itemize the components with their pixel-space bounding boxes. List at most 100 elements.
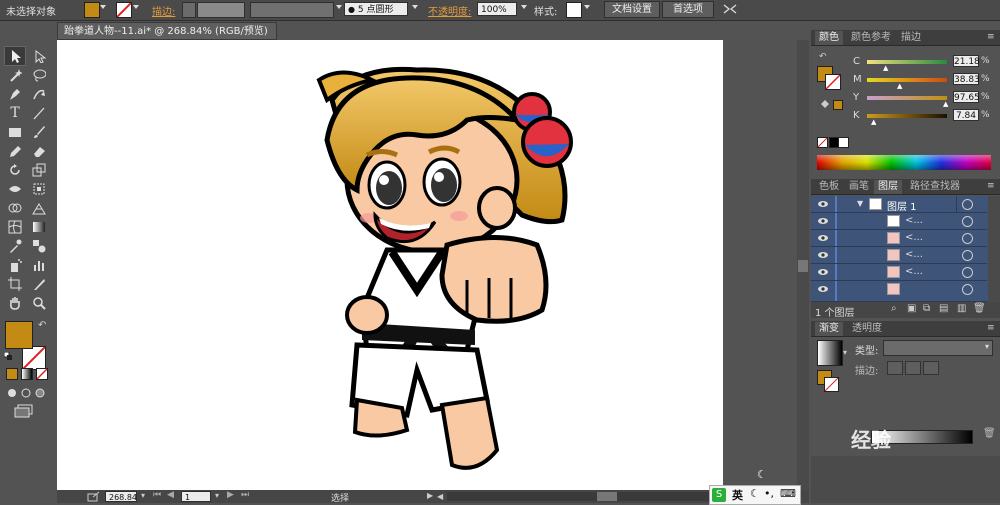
sublayer-name[interactable]: <... — [905, 232, 923, 243]
artboard[interactable] — [57, 40, 723, 490]
tab-color-guide[interactable]: 颜色参考 — [847, 31, 895, 45]
layer-row[interactable]: ▼ 图层 1 — [811, 196, 987, 213]
preferences-button[interactable]: 首选项 — [662, 1, 714, 18]
c-slider-handle[interactable]: ▲ — [883, 64, 888, 72]
target-circle-icon[interactable] — [962, 199, 973, 210]
stroke-gradient-option-2[interactable] — [905, 361, 921, 375]
tab-stroke[interactable]: 描边 — [897, 31, 925, 45]
delete-layer-icon[interactable]: 🗑 — [973, 303, 986, 314]
variable-width-profile[interactable] — [250, 2, 334, 18]
next-page-icon[interactable]: ▶ — [227, 490, 234, 500]
selection-tool[interactable] — [4, 46, 26, 66]
sublayer-row[interactable]: <... — [811, 230, 987, 247]
fill-color-swatch[interactable] — [5, 321, 33, 349]
keyboard-icon[interactable]: ⌨ — [780, 487, 796, 500]
new-sublayer-icon[interactable]: ⧉ — [923, 303, 930, 314]
sublayer-row[interactable]: <... — [811, 264, 987, 281]
rotate-tool[interactable] — [6, 161, 24, 179]
tab-pathfinder[interactable]: 路径查找器 — [906, 180, 964, 194]
visibility-eye-icon[interactable] — [817, 198, 829, 210]
color-mode-button[interactable] — [6, 368, 18, 380]
mesh-tool[interactable] — [6, 218, 24, 236]
eyedropper-tool[interactable] — [6, 237, 24, 255]
new-layer-icon[interactable]: ▤ — [939, 303, 948, 314]
zoom-dropdown-icon[interactable]: ▾ — [141, 491, 145, 500]
ime-toolbar[interactable]: S 英 ☾ •, ⌨ — [709, 485, 801, 505]
tab-color[interactable]: 颜色 — [815, 31, 843, 45]
white-color-button[interactable] — [838, 137, 849, 148]
stroke-gradient-option-1[interactable] — [887, 361, 903, 375]
zoom-tool[interactable] — [30, 294, 48, 312]
k-slider[interactable] — [867, 114, 947, 118]
locate-object-icon[interactable]: ⌕ — [891, 303, 897, 314]
free-transform-tool[interactable] — [30, 180, 48, 198]
m-slider-handle[interactable]: ▲ — [897, 82, 902, 90]
stroke-swatch[interactable] — [116, 2, 132, 18]
document-setup-button[interactable]: 文档设置 — [604, 1, 660, 18]
stroke-label[interactable]: 描边: — [152, 3, 175, 18]
opacity-dropdown-icon[interactable] — [521, 5, 527, 9]
c-value-field[interactable]: 21.18 — [953, 55, 980, 67]
tab-transparency[interactable]: 透明度 — [848, 322, 886, 336]
moon-icon[interactable]: ☾ — [750, 487, 760, 500]
profile-dropdown-icon[interactable] — [336, 5, 342, 9]
y-value-field[interactable]: 97.65 — [953, 91, 980, 103]
stroke-weight-spinner[interactable] — [182, 2, 196, 18]
document-tab[interactable]: 跆拳道人物--11.ai* @ 268.84% (RGB/预览) — [57, 22, 277, 40]
vertical-scrollbar[interactable] — [797, 40, 809, 490]
style-dropdown-icon[interactable] — [584, 5, 590, 9]
arrange-documents-icon[interactable] — [722, 2, 738, 16]
column-graph-tool[interactable] — [30, 256, 48, 274]
gradient-preview[interactable] — [817, 340, 843, 366]
make-clipping-mask-icon[interactable]: ▣ — [907, 303, 916, 314]
k-value-field[interactable]: 7.84 — [953, 109, 979, 121]
fill-swatch[interactable] — [84, 2, 100, 18]
stroke-weight-field[interactable] — [197, 2, 245, 18]
target-circle-icon[interactable] — [962, 216, 973, 227]
blend-tool[interactable] — [30, 237, 48, 255]
swap-fill-stroke-icon[interactable]: ↶ — [38, 320, 46, 331]
stroke-dropdown-icon[interactable] — [133, 5, 139, 9]
type-tool[interactable]: T — [6, 104, 24, 122]
punct-icon[interactable]: •, — [764, 487, 774, 500]
tab-brushes[interactable]: 画笔 — [845, 180, 873, 194]
m-value-field[interactable]: 38.83 — [953, 73, 980, 85]
layers-panel-menu-icon[interactable]: ≡ — [987, 181, 995, 191]
lasso-tool[interactable] — [30, 66, 48, 84]
page-dropdown-icon[interactable]: ▾ — [215, 491, 219, 500]
tab-swatches[interactable]: 色板 — [815, 180, 843, 194]
panel-stroke-swatch[interactable] — [825, 74, 841, 90]
ime-lang[interactable]: 英 — [732, 487, 743, 503]
artboard-tool[interactable] — [6, 275, 24, 293]
first-page-icon[interactable]: ⏮ — [153, 490, 161, 500]
h-scroll-thumb[interactable] — [597, 492, 617, 501]
closest-color-swatch[interactable] — [833, 100, 843, 110]
visibility-eye-icon[interactable] — [817, 266, 829, 278]
y-slider[interactable] — [867, 96, 947, 100]
target-circle-icon[interactable] — [962, 284, 973, 295]
sublayer-row[interactable] — [811, 281, 987, 302]
sublayer-name[interactable]: <... — [905, 249, 923, 260]
graphic-style-swatch[interactable] — [566, 2, 582, 18]
sublayer-row[interactable]: <... — [811, 247, 987, 264]
none-mode-button[interactable] — [36, 368, 48, 380]
layers-list[interactable]: ▼ 图层 1 <... <... <... <... — [811, 196, 1000, 302]
direct-selection-tool[interactable] — [30, 47, 48, 65]
hand-tool[interactable] — [6, 294, 24, 312]
slice-tool[interactable] — [30, 275, 48, 293]
none-color-button[interactable] — [817, 137, 828, 148]
stroke-gradient-option-3[interactable] — [923, 361, 939, 375]
brush-dropdown-icon[interactable] — [412, 5, 418, 9]
swap-icon[interactable]: ↶ — [819, 52, 827, 62]
opacity-field[interactable]: 100% — [477, 2, 517, 16]
visibility-eye-icon[interactable] — [817, 249, 829, 261]
eraser-tool[interactable] — [30, 142, 48, 160]
y-slider-handle[interactable]: ▲ — [943, 100, 948, 108]
canvas-area[interactable]: ☾ — [57, 40, 797, 490]
target-circle-icon[interactable] — [962, 233, 973, 244]
magic-wand-tool[interactable] — [6, 66, 24, 84]
layer-name[interactable]: 图层 1 — [887, 198, 917, 213]
fill-dropdown-icon[interactable] — [100, 5, 106, 9]
width-tool[interactable] — [6, 180, 24, 198]
tab-layers[interactable]: 图层 — [874, 180, 902, 194]
